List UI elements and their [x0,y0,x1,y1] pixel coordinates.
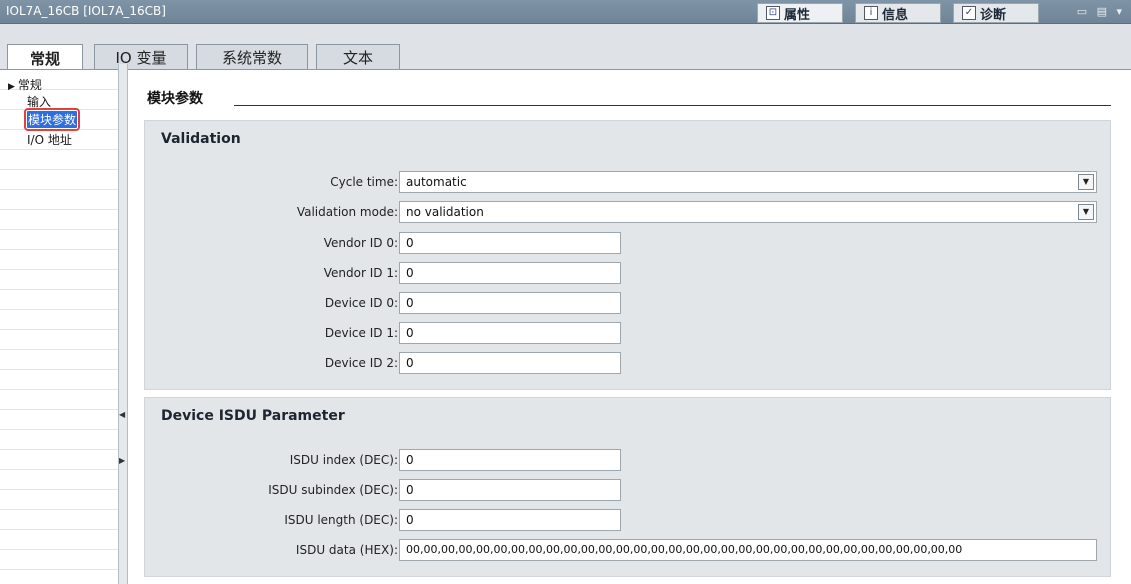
isdu-length-field[interactable]: 0 [399,509,621,531]
nav-item-general[interactable]: ▶ 常规 [8,76,42,93]
tab-system-constants[interactable]: 系统常数 [196,44,308,70]
panel-tab-info[interactable]: i 信息 [855,3,941,23]
section-title: 模块参数 [147,91,203,107]
nav-item-io-address-label: I/O 地址 [27,133,72,147]
validation-mode-select[interactable]: no validation ▼ [399,201,1097,223]
tab-texts[interactable]: 文本 [316,44,400,70]
device-id-2-field[interactable]: 0 [399,352,621,374]
isdu-data-field[interactable]: 00,00,00,00,00,00,00,00,00,00,00,00,00,0… [399,539,1097,561]
section-rule [234,105,1111,106]
panel-tab-diagnostics-label: 诊断 [980,7,1007,23]
nav-item-input-label: 输入 [27,95,52,109]
nav-item-general-label: 常规 [17,78,42,92]
vendor-id-1-label: Vendor ID 1: [323,266,398,280]
diagnostics-icon: ✓ [962,6,976,20]
tab-system-constants-label: 系统常数 [221,49,282,67]
chevron-down-icon[interactable]: ▼ [1078,174,1094,190]
isdu-index-field[interactable]: 0 [399,449,621,471]
validation-title: Validation [161,131,241,147]
cycle-time-select[interactable]: automatic ▼ [399,171,1097,193]
isdu-subindex-label: ISDU subindex (DEC): [268,483,398,497]
vendor-id-0-label: Vendor ID 0: [323,236,398,250]
vendor-id-1-field[interactable]: 0 [399,262,621,284]
device-id-0-field[interactable]: 0 [399,292,621,314]
tab-bar: 常规 IO 变量 系统常数 文本 [0,24,1131,71]
validation-group: Validation Cycle time: automatic ▼ Valid… [144,120,1111,390]
validation-mode-value: no validation [406,205,484,219]
info-icon: i [864,6,878,20]
isdu-length-label: ISDU length (DEC): [284,513,398,527]
nav-item-io-address[interactable]: I/O 地址 [27,131,72,148]
isdu-subindex-field[interactable]: 0 [399,479,621,501]
collapse-left-icon[interactable]: ◀ [119,410,126,419]
isdu-group: Device ISDU Parameter ISDU index (DEC): … [144,397,1111,577]
expand-arrow-icon[interactable]: ▶ [8,82,15,92]
window-title: IOL7A_16CB [IOL7A_16CB] [6,4,166,18]
chevron-down-icon[interactable]: ▼ [1078,204,1094,220]
pane-splitter[interactable] [118,64,128,584]
device-id-2-label: Device ID 2: [324,356,398,370]
nav-item-input[interactable]: 输入 [27,93,51,110]
isdu-index-label: ISDU index (DEC): [289,453,398,467]
device-id-1-field[interactable]: 0 [399,322,621,344]
tab-general[interactable]: 常规 [7,44,83,71]
window-title-bar: IOL7A_16CB [IOL7A_16CB] ⊡ 属性 i 信息 ✓ 诊断 ▭… [0,0,1131,24]
tab-texts-label: 文本 [342,49,373,67]
window-controls-icon[interactable]: ▭ ▤ ▾ [1077,5,1125,18]
nav-item-module-parameters-label: 模块参数 [28,113,77,127]
validation-mode-label: Validation mode: [296,205,398,219]
cycle-time-value: automatic [406,175,467,189]
device-id-0-label: Device ID 0: [324,296,398,310]
panel-tab-properties[interactable]: ⊡ 属性 [757,3,843,23]
panel-tab-diagnostics[interactable]: ✓ 诊断 [953,3,1039,23]
vendor-id-0-field[interactable]: 0 [399,232,621,254]
panel-tab-properties-label: 属性 [784,7,811,23]
expand-right-icon[interactable]: ▶ [119,456,126,465]
properties-icon: ⊡ [766,6,780,20]
panel-tab-info-label: 信息 [882,7,909,23]
nav-tree: ▶ 常规 输入 模块参数 I/O 地址 [0,70,118,584]
device-id-1-label: Device ID 1: [324,326,398,340]
main-panel: 模块参数 Validation Cycle time: automatic ▼ … [129,70,1131,584]
isdu-data-label: ISDU data (HEX): [295,543,398,557]
tab-general-label: 常规 [29,49,60,68]
isdu-title: Device ISDU Parameter [161,408,345,424]
tab-io-tags[interactable]: IO 变量 [94,44,188,70]
cycle-time-label: Cycle time: [330,175,398,189]
nav-item-module-parameters[interactable]: 模块参数 [23,108,81,131]
